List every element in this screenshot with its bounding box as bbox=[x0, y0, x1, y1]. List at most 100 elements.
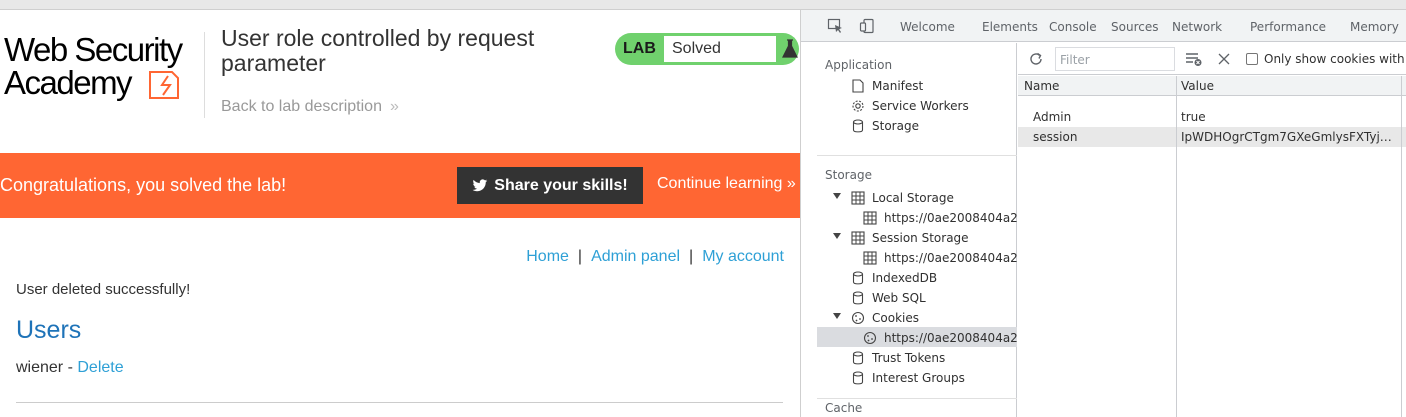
sidebar-item-label: Interest Groups bbox=[872, 371, 965, 385]
database-icon bbox=[850, 118, 866, 134]
sidebar-item-label: Cookies bbox=[872, 311, 919, 325]
sidebar-item-web-sql[interactable]: Web SQL bbox=[850, 288, 926, 308]
cookie-icon bbox=[850, 310, 866, 326]
table-icon bbox=[862, 210, 878, 226]
device-toolbar-icon[interactable] bbox=[859, 18, 875, 34]
sidebar-item-cookies[interactable]: Cookies bbox=[833, 308, 919, 328]
cookie-filter-input[interactable]: Filter bbox=[1055, 47, 1175, 71]
only-show-issues-label: Only show cookies with an bbox=[1264, 52, 1406, 66]
back-to-lab-description-link[interactable]: Back to lab description » bbox=[221, 98, 399, 116]
column-divider[interactable] bbox=[1401, 76, 1402, 417]
sidebar-item-label: Local Storage bbox=[872, 191, 954, 205]
lab-status-widget: LAB Solved bbox=[615, 33, 799, 65]
lab-page: Web Security Academy User role controlle… bbox=[0, 10, 800, 417]
sidebar-item-service-workers[interactable]: Service Workers bbox=[850, 96, 969, 116]
only-show-issues-checkbox-row[interactable]: Only show cookies with an bbox=[1246, 52, 1406, 66]
cookie-table-header: Name Value bbox=[1018, 76, 1406, 96]
continue-learning-label: Continue learning bbox=[657, 175, 783, 192]
clear-filtered-cookies-icon[interactable] bbox=[1185, 51, 1203, 67]
tab-elements[interactable]: Elements bbox=[982, 20, 1038, 34]
share-skills-label: Share your skills! bbox=[494, 176, 628, 194]
top-nav: Home | Admin panel | My account bbox=[526, 248, 784, 266]
database-icon bbox=[850, 290, 866, 306]
continue-learning-link[interactable]: Continue learning » bbox=[657, 175, 796, 193]
sidebar-item-interest-groups[interactable]: Interest Groups bbox=[850, 368, 965, 388]
expanded-arrow-icon[interactable] bbox=[833, 193, 841, 199]
sidebar-item-label: IndexedDB bbox=[872, 271, 938, 285]
cookie-row[interactable]: session IpWDHOgrCTgm7GXeGmlysFXTyjqpSN..… bbox=[1018, 127, 1406, 147]
origin-label: https://0ae2008404a2fe9 bbox=[884, 331, 1038, 345]
tab-memory[interactable]: Memory bbox=[1350, 20, 1399, 34]
sidebar-item-manifest[interactable]: Manifest bbox=[850, 76, 923, 96]
cookie-name: session bbox=[1033, 130, 1078, 144]
web-security-academy-logo[interactable]: Web Security Academy bbox=[4, 30, 204, 110]
storage-section-heading: Storage bbox=[825, 168, 872, 182]
devtools-toolbar: Welcome Elements Console Sources Network… bbox=[801, 10, 1406, 42]
column-divider[interactable] bbox=[1176, 76, 1177, 417]
sidebar-item-local-storage-origin[interactable]: https://0ae2008404a2fe9 bbox=[862, 208, 1037, 228]
table-icon bbox=[850, 190, 866, 206]
cookies-toolbar: Filter Only show cookies with an bbox=[1018, 43, 1406, 75]
table-icon bbox=[862, 250, 878, 266]
logo-line-2: Academy bbox=[4, 64, 133, 101]
sidebar-item-label: Service Workers bbox=[872, 99, 969, 113]
column-header-name[interactable]: Name bbox=[1024, 79, 1059, 93]
sidebar-item-label: Storage bbox=[872, 119, 919, 133]
browser-top-edge bbox=[0, 0, 1406, 10]
inspect-element-icon[interactable] bbox=[827, 18, 843, 34]
header-divider bbox=[204, 32, 205, 118]
double-chevron-right-icon: » bbox=[786, 175, 796, 192]
twitter-icon bbox=[472, 178, 488, 191]
sidebar-item-label: Trust Tokens bbox=[872, 351, 946, 365]
sidebar-item-indexeddb[interactable]: IndexedDB bbox=[850, 268, 937, 288]
sidebar-item-trust-tokens[interactable]: Trust Tokens bbox=[850, 348, 945, 368]
refresh-icon[interactable] bbox=[1028, 51, 1044, 67]
cookie-row[interactable]: Admin true bbox=[1018, 107, 1406, 127]
nav-my-account-link[interactable]: My account bbox=[702, 248, 784, 265]
application-section-heading: Application bbox=[825, 58, 893, 72]
status-message: User deleted successfully! bbox=[16, 281, 191, 298]
cookie-value: IpWDHOgrCTgm7GXeGmlysFXTyjqpSN... bbox=[1181, 130, 1396, 144]
sidebar-item-session-storage[interactable]: Session Storage bbox=[833, 228, 969, 248]
expanded-arrow-icon[interactable] bbox=[833, 313, 841, 319]
delete-user-link[interactable]: Delete bbox=[77, 359, 123, 376]
table-icon bbox=[850, 230, 866, 246]
nav-admin-panel-link[interactable]: Admin panel bbox=[591, 248, 680, 265]
status-box: Solved bbox=[664, 36, 776, 62]
tab-performance[interactable]: Performance bbox=[1250, 20, 1326, 34]
cookie-value: true bbox=[1181, 110, 1206, 124]
academy-logo-mark-icon bbox=[149, 71, 179, 99]
file-icon bbox=[850, 78, 866, 94]
back-link-label: Back to lab description bbox=[221, 98, 382, 115]
cookie-icon bbox=[862, 330, 878, 346]
cookie-name: Admin bbox=[1033, 110, 1072, 124]
tab-welcome[interactable]: Welcome bbox=[900, 20, 955, 34]
flask-icon bbox=[782, 39, 798, 58]
nav-separator: | bbox=[577, 248, 583, 265]
sidebar-item-session-storage-origin[interactable]: https://0ae2008404a2fe9 bbox=[862, 248, 1037, 268]
sidebar-item-local-storage[interactable]: Local Storage bbox=[833, 188, 954, 208]
sidebar-item-label: Web SQL bbox=[872, 291, 926, 305]
tab-network[interactable]: Network bbox=[1172, 20, 1222, 34]
clear-all-cookies-icon[interactable] bbox=[1217, 52, 1231, 66]
solved-banner: Congratulations, you solved the lab! Sha… bbox=[0, 153, 800, 218]
user-row: wiener - Delete bbox=[16, 359, 124, 377]
congratulations-message: Congratulations, you solved the lab! bbox=[0, 175, 287, 195]
database-icon bbox=[850, 370, 866, 386]
user-separator: - bbox=[63, 359, 78, 376]
only-show-issues-checkbox[interactable] bbox=[1246, 53, 1258, 65]
logo-line-1: Web Security bbox=[4, 31, 183, 68]
application-sidebar: Application Manifest Service Workers Sto… bbox=[801, 43, 1037, 417]
sidebar-item-cookies-origin[interactable]: https://0ae2008404a2fe9 bbox=[862, 328, 1037, 348]
tab-sources[interactable]: Sources bbox=[1111, 20, 1158, 34]
database-icon bbox=[850, 270, 866, 286]
gear-icon bbox=[850, 98, 866, 114]
share-skills-button[interactable]: Share your skills! bbox=[457, 167, 643, 204]
nav-separator: | bbox=[689, 248, 694, 265]
expanded-arrow-icon[interactable] bbox=[833, 233, 841, 239]
nav-home-link[interactable]: Home bbox=[526, 248, 569, 265]
users-heading: Users bbox=[16, 316, 82, 344]
column-header-value[interactable]: Value bbox=[1181, 79, 1214, 93]
sidebar-item-storage[interactable]: Storage bbox=[850, 116, 919, 136]
tab-console[interactable]: Console bbox=[1049, 20, 1097, 34]
